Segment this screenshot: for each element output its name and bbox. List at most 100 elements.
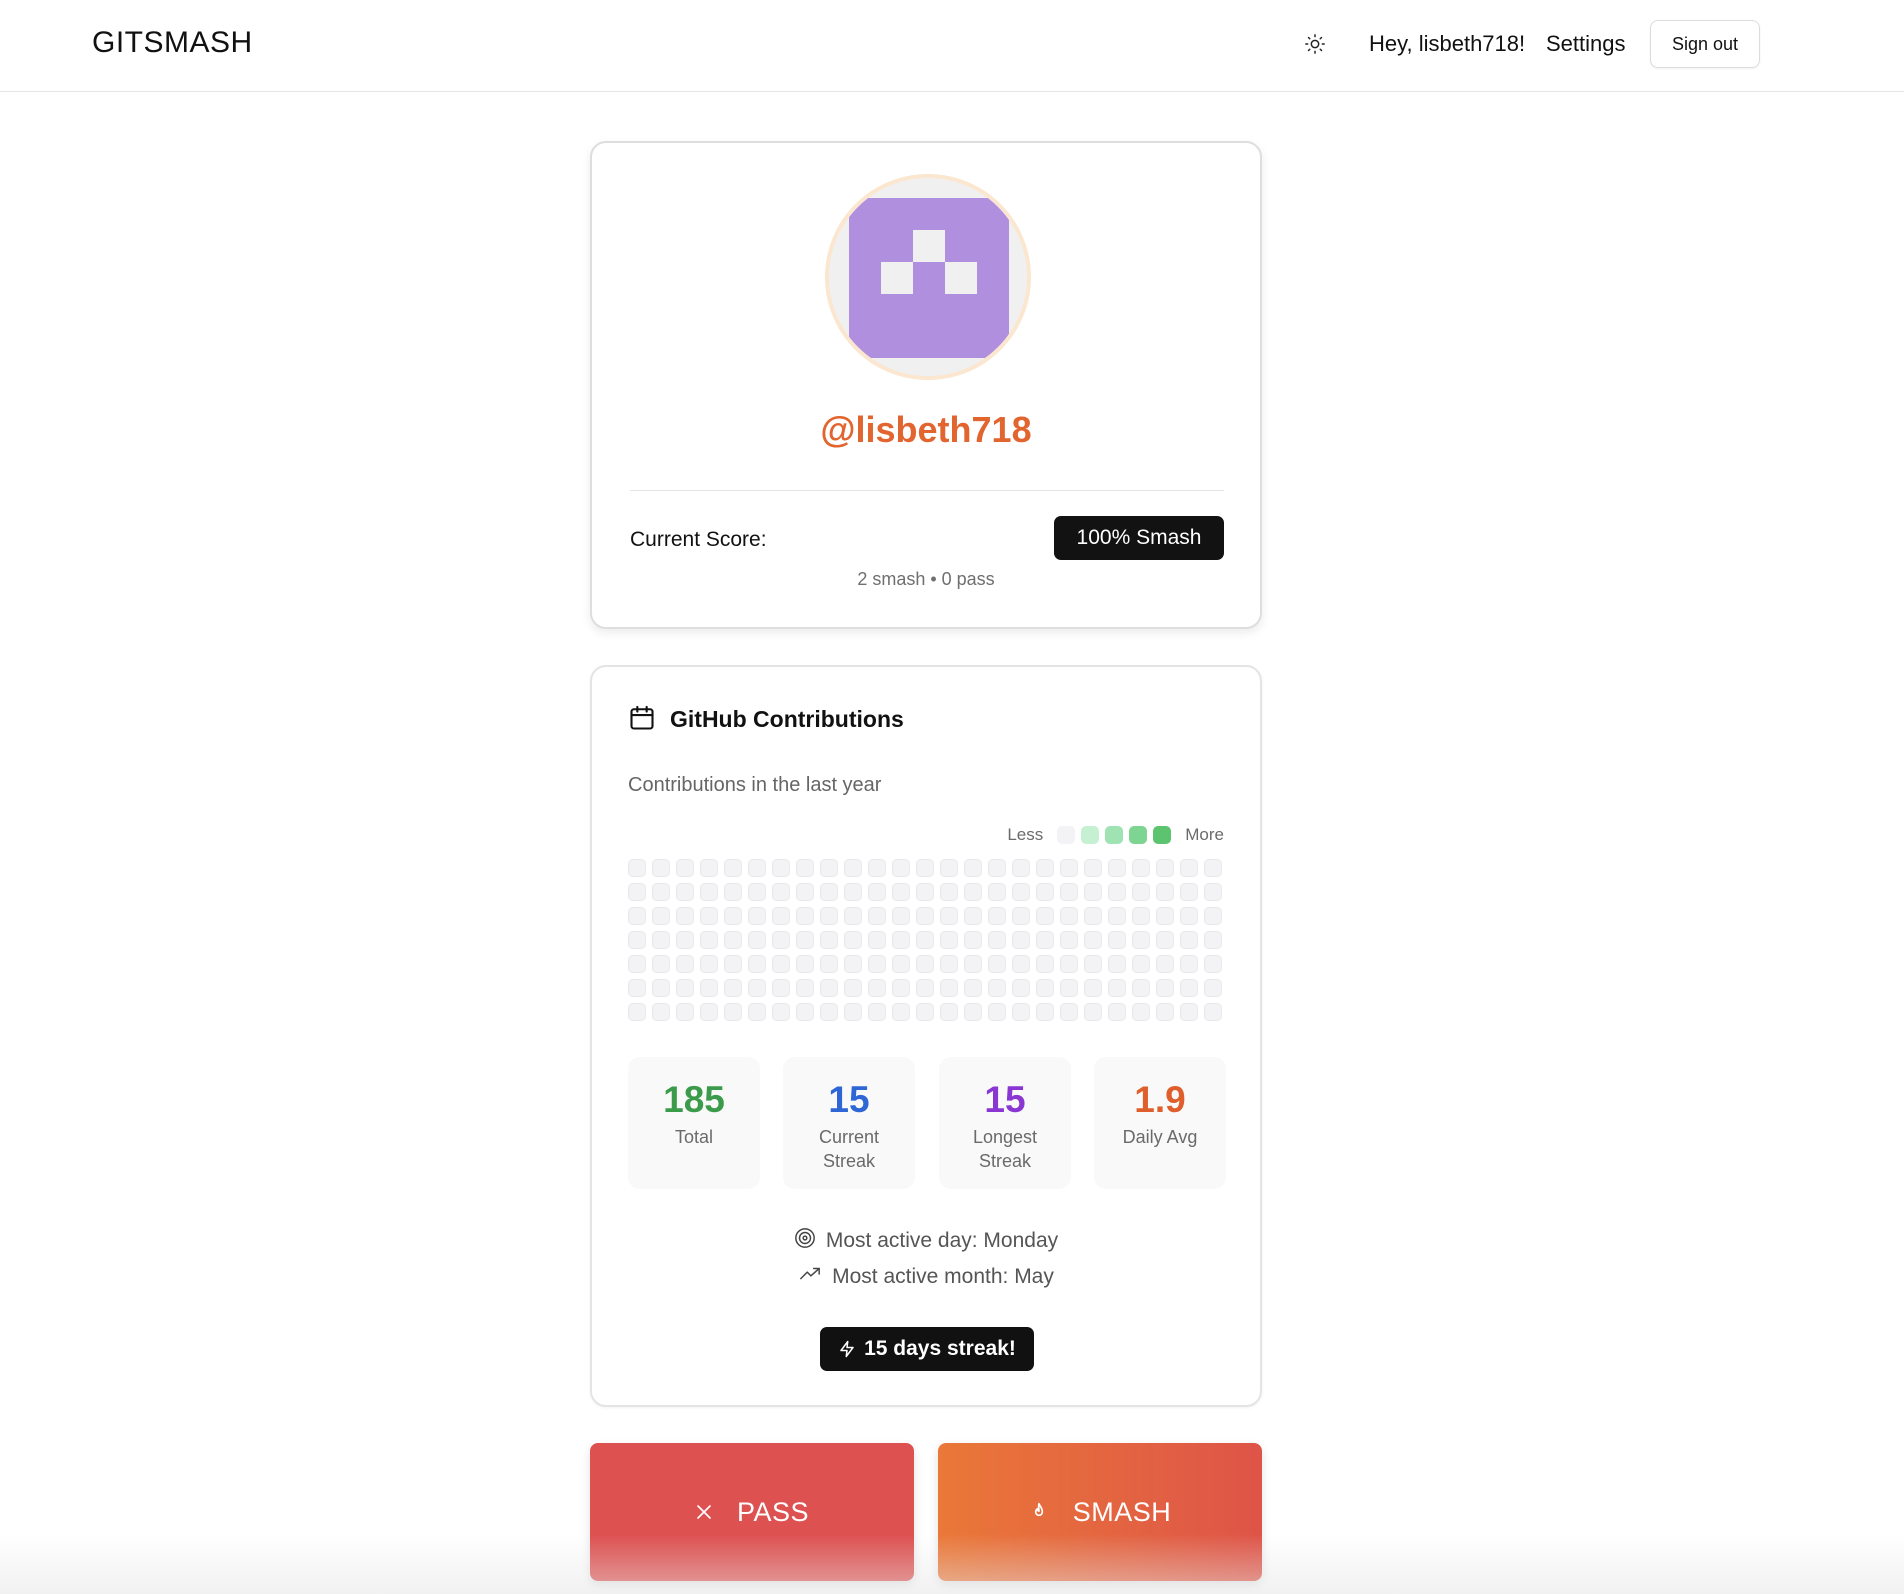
- heatmap-cell: [868, 979, 886, 997]
- lightning-icon: [840, 1340, 854, 1358]
- heatmap-cell: [1132, 883, 1150, 901]
- heatmap-cell: [628, 979, 646, 997]
- heatmap-cell: [1156, 907, 1174, 925]
- heatmap-cell: [1036, 955, 1054, 973]
- heatmap-cell: [1012, 979, 1030, 997]
- heatmap-cell: [964, 1003, 982, 1021]
- heatmap-cell: [652, 859, 670, 877]
- heatmap-cell: [820, 907, 838, 925]
- stat-value: 1.9: [1134, 1079, 1186, 1120]
- heatmap-cell: [916, 859, 934, 877]
- heatmap-cell: [1060, 955, 1078, 973]
- heatmap-cell: [796, 955, 814, 973]
- heatmap-cell: [988, 883, 1006, 901]
- heatmap-cell: [1180, 883, 1198, 901]
- avatar: [825, 174, 1031, 380]
- heatmap-cell: [1084, 907, 1102, 925]
- heatmap-cell: [892, 883, 910, 901]
- heatmap-cell: [748, 859, 766, 877]
- legend-swatch-2: [1105, 826, 1124, 844]
- heatmap-cell: [940, 907, 958, 925]
- heatmap-cell: [1108, 907, 1126, 925]
- heatmap-cell: [1036, 1003, 1054, 1021]
- heatmap-cell: [628, 931, 646, 949]
- heatmap-cell: [628, 907, 646, 925]
- heatmap-cell: [676, 1003, 694, 1021]
- heatmap-cell: [652, 931, 670, 949]
- heatmap-cell: [1012, 955, 1030, 973]
- heatmap-cell: [748, 883, 766, 901]
- heatmap-cell: [1204, 955, 1222, 973]
- heatmap-cell: [940, 955, 958, 973]
- target-icon: [794, 1228, 815, 1248]
- close-icon: [697, 1505, 711, 1519]
- legend-swatch-4: [1153, 826, 1172, 844]
- brand-logo[interactable]: GITSMASH: [92, 26, 253, 60]
- heatmap-cell: [844, 931, 862, 949]
- smash-button[interactable]: SMASH: [938, 1443, 1262, 1581]
- heatmap-cell: [1012, 859, 1030, 877]
- heatmap-cell: [844, 883, 862, 901]
- heatmap-cell: [892, 1003, 910, 1021]
- score-badge: 100% Smash: [1054, 516, 1224, 560]
- heatmap-cell: [676, 907, 694, 925]
- heatmap-cell: [772, 907, 790, 925]
- user-greeting: Hey, lisbeth718!: [1369, 31, 1526, 56]
- heatmap-cell: [628, 859, 646, 877]
- contributions-subtitle: Contributions in the last year: [628, 774, 882, 796]
- heatmap-cell: [1132, 979, 1150, 997]
- settings-link[interactable]: Settings: [1546, 31, 1626, 57]
- heatmap-cell: [1204, 931, 1222, 949]
- heatmap-cell: [1084, 883, 1102, 901]
- heatmap-cell: [868, 931, 886, 949]
- heatmap-cell: [1180, 931, 1198, 949]
- stat-longest-streak: 15 Longest Streak: [939, 1057, 1071, 1189]
- stat-label: Daily Avg: [1122, 1127, 1198, 1147]
- heatmap-cell: [748, 1003, 766, 1021]
- heatmap-cell: [1132, 931, 1150, 949]
- heatmap-cell: [676, 955, 694, 973]
- heatmap-cell: [1156, 979, 1174, 997]
- heatmap-cell: [892, 907, 910, 925]
- contributions-title: GitHub Contributions: [670, 706, 904, 732]
- heatmap-cell: [940, 883, 958, 901]
- heatmap-cell: [1012, 1003, 1030, 1021]
- heatmap-cell: [700, 859, 718, 877]
- heatmap-cell: [1108, 859, 1126, 877]
- theme-toggle-button[interactable]: [1300, 29, 1330, 59]
- profile-card: @lisbeth718 Current Score: 100% Smash 2 …: [590, 141, 1262, 629]
- heatmap-cell: [1060, 1003, 1078, 1021]
- heatmap-cell: [916, 931, 934, 949]
- heatmap-cell: [1180, 1003, 1198, 1021]
- stat-label: Current Streak: [818, 1127, 880, 1171]
- heatmap-cell: [676, 931, 694, 949]
- sign-out-button[interactable]: Sign out: [1650, 20, 1760, 68]
- heatmap-cell: [892, 859, 910, 877]
- heatmap-cell: [988, 859, 1006, 877]
- heatmap-cell: [1180, 955, 1198, 973]
- heatmap-cell: [940, 859, 958, 877]
- identicon-avatar: [829, 178, 1027, 376]
- heatmap-cell: [868, 859, 886, 877]
- heatmap-cell: [1036, 979, 1054, 997]
- legend-more-label: More: [1185, 825, 1224, 844]
- heatmap-cell: [844, 859, 862, 877]
- heatmap-cell: [1036, 859, 1054, 877]
- stat-total: 185 Total: [628, 1057, 760, 1189]
- heatmap-cell: [940, 1003, 958, 1021]
- heatmap-cell: [988, 979, 1006, 997]
- trending-up-icon: [800, 1267, 821, 1280]
- heatmap-cell: [652, 955, 670, 973]
- heatmap-cell: [676, 883, 694, 901]
- pass-button[interactable]: PASS: [590, 1443, 914, 1581]
- contribution-stats: 185 Total 15 Current Streak 15 Longest S…: [628, 1057, 1226, 1189]
- heatmap-cell: [1012, 907, 1030, 925]
- sun-icon: [1305, 34, 1325, 54]
- heatmap-cell: [772, 955, 790, 973]
- heatmap-cell: [724, 979, 742, 997]
- heatmap-cell: [796, 883, 814, 901]
- divider: [630, 490, 1224, 491]
- heatmap-cell: [964, 979, 982, 997]
- heatmap-cell: [868, 883, 886, 901]
- heatmap-cell: [988, 955, 1006, 973]
